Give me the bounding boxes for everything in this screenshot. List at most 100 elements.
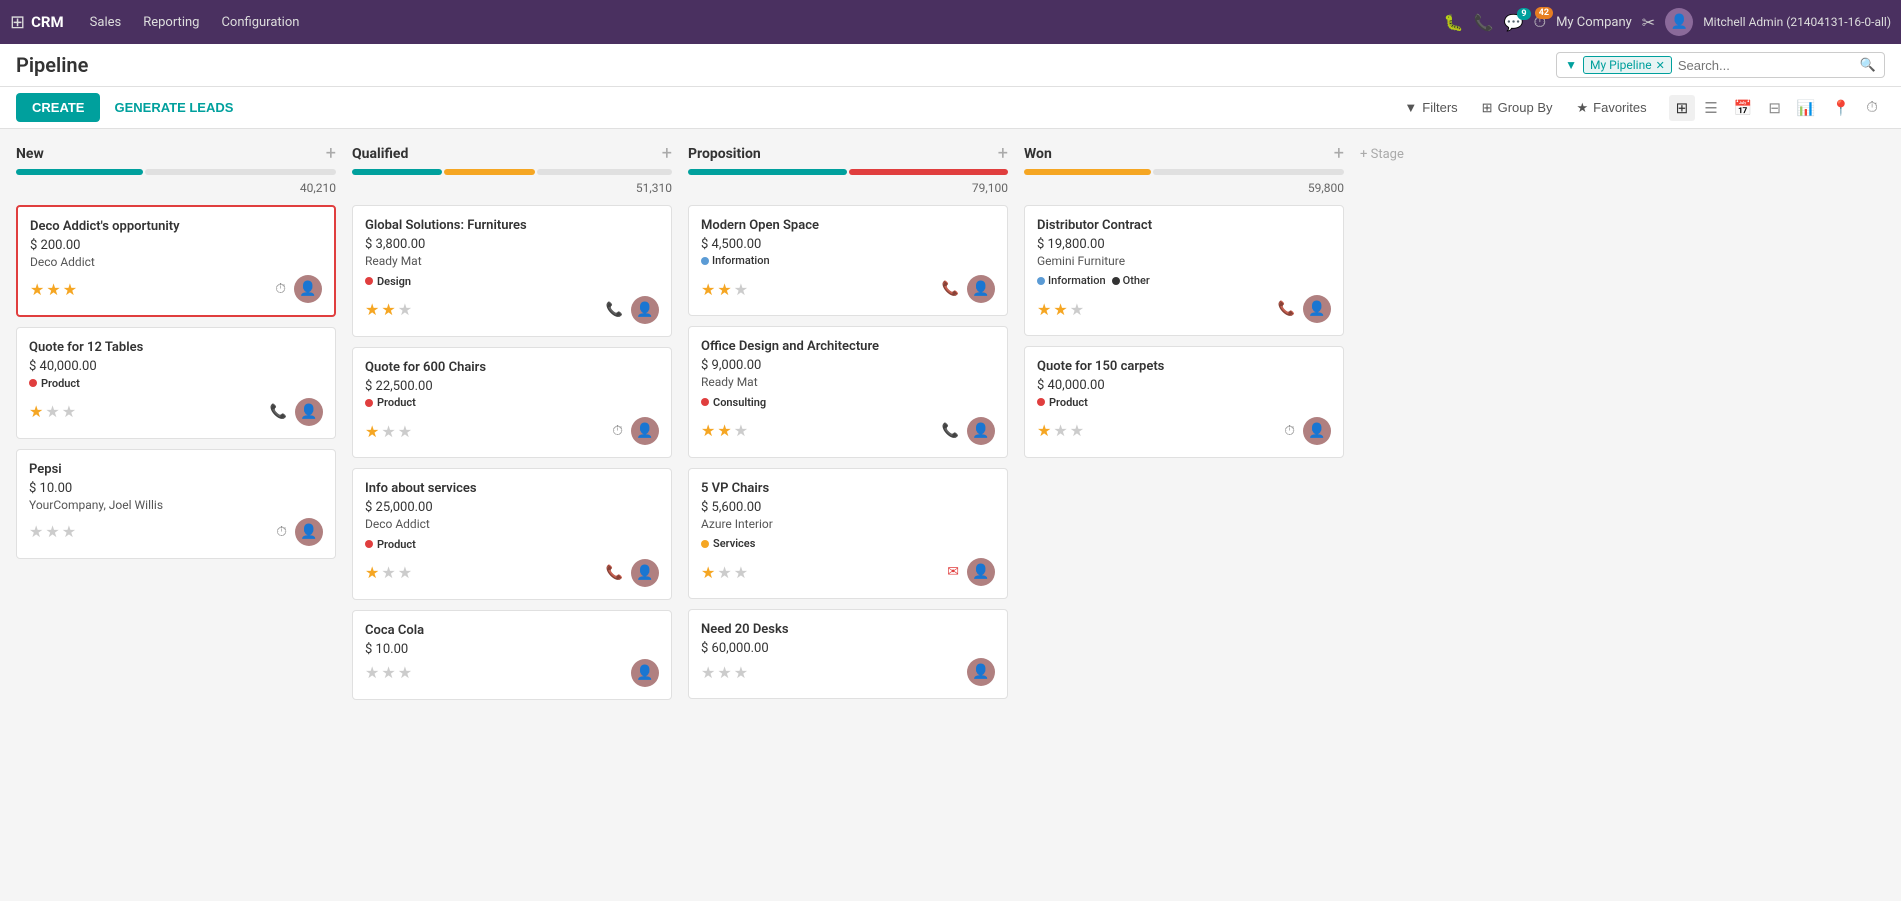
- info-tag[interactable]: Information: [701, 254, 770, 267]
- card-info-about-services[interactable]: Info about services$ 25,000.00Deco Addic…: [352, 468, 672, 600]
- phone-orange-icon[interactable]: 📞: [606, 565, 623, 581]
- scissors-icon[interactable]: ✂: [1642, 13, 1655, 32]
- star-filled[interactable]: ★: [29, 402, 43, 421]
- card-tag[interactable]: Product: [365, 396, 416, 409]
- star-filled[interactable]: ★: [701, 563, 715, 582]
- star-empty[interactable]: ★: [381, 563, 395, 582]
- email-icon[interactable]: ✉: [947, 564, 959, 580]
- nav-sales[interactable]: Sales: [80, 11, 132, 34]
- kanban-view-button[interactable]: ⊞: [1669, 95, 1696, 121]
- card-global-solutions[interactable]: Global Solutions: Furnitures$ 3,800.00Re…: [352, 205, 672, 337]
- info-tag[interactable]: Other: [1112, 274, 1150, 287]
- username[interactable]: Mitchell Admin (21404131-16-0-all): [1703, 15, 1891, 29]
- card-distributor-contract[interactable]: Distributor Contract$ 19,800.00Gemini Fu…: [1024, 205, 1344, 336]
- card-avatar[interactable]: 👤: [1303, 417, 1331, 445]
- create-button[interactable]: CREATE: [16, 93, 100, 122]
- my-pipeline-filter[interactable]: My Pipeline ✕: [1583, 56, 1672, 74]
- stage-add-icon[interactable]: +: [662, 145, 672, 163]
- star-filled[interactable]: ★: [365, 422, 379, 441]
- card-avatar[interactable]: 👤: [631, 559, 659, 587]
- star-filled[interactable]: ★: [701, 280, 715, 299]
- calendar-view-button[interactable]: 📅: [1727, 95, 1760, 121]
- card-quote-600-chairs[interactable]: Quote for 600 Chairs$ 22,500.00Product★★…: [352, 347, 672, 459]
- generate-leads-button[interactable]: GENERATE LEADS: [104, 93, 243, 122]
- star-filled[interactable]: ★: [701, 421, 715, 440]
- filters-button[interactable]: ▼ Filters: [1394, 95, 1467, 120]
- chat-icon[interactable]: 💬 9: [1504, 13, 1524, 32]
- card-quote-12-tables[interactable]: Quote for 12 Tables$ 40,000.00Product★★★…: [16, 327, 336, 439]
- star-filled[interactable]: ★: [717, 421, 731, 440]
- star-empty[interactable]: ★: [701, 663, 715, 682]
- nav-configuration[interactable]: Configuration: [211, 11, 309, 34]
- star-filled[interactable]: ★: [30, 280, 44, 299]
- clock-icon[interactable]: ⏱: [1284, 423, 1295, 439]
- card-tag[interactable]: Services: [701, 537, 755, 550]
- card-avatar[interactable]: 👤: [631, 417, 659, 445]
- star-empty[interactable]: ★: [1070, 421, 1084, 440]
- info-tag[interactable]: Information: [1037, 274, 1106, 287]
- apps-grid-icon[interactable]: ⊞: [10, 12, 25, 33]
- card-tag[interactable]: Product: [29, 377, 80, 390]
- card-avatar[interactable]: 👤: [967, 275, 995, 303]
- card-pepsi[interactable]: Pepsi$ 10.00YourCompany, Joel Willis★★★⏱…: [16, 449, 336, 559]
- star-empty[interactable]: ★: [62, 522, 76, 541]
- search-icon[interactable]: 🔍: [1860, 58, 1876, 73]
- clock-top-icon[interactable]: ⏱ 42: [1534, 12, 1546, 32]
- star-empty[interactable]: ★: [381, 422, 395, 441]
- nav-reporting[interactable]: Reporting: [133, 11, 209, 34]
- star-empty[interactable]: ★: [734, 280, 748, 299]
- star-filled[interactable]: ★: [46, 280, 60, 299]
- card-office-design-arch[interactable]: Office Design and Architecture$ 9,000.00…: [688, 326, 1008, 458]
- star-empty[interactable]: ★: [717, 663, 731, 682]
- group-by-button[interactable]: ⊞ Group By: [1472, 95, 1563, 121]
- graph-view-button[interactable]: 📊: [1790, 95, 1823, 121]
- card-avatar[interactable]: 👤: [1303, 295, 1331, 323]
- bug-icon[interactable]: 🐛: [1444, 13, 1464, 32]
- card-avatar[interactable]: 👤: [294, 275, 322, 303]
- star-filled[interactable]: ★: [1037, 421, 1051, 440]
- star-empty[interactable]: ★: [381, 663, 395, 682]
- card-coca-cola[interactable]: Coca Cola$ 10.00★★★👤: [352, 610, 672, 700]
- company-name[interactable]: My Company: [1556, 15, 1632, 30]
- star-empty[interactable]: ★: [398, 300, 412, 319]
- card-deco-addict-opp[interactable]: Deco Addict's opportunity$ 200.00Deco Ad…: [16, 205, 336, 317]
- card-avatar[interactable]: 👤: [967, 417, 995, 445]
- card-avatar[interactable]: 👤: [967, 658, 995, 686]
- phone-icon[interactable]: 📞: [606, 302, 623, 318]
- star-empty[interactable]: ★: [45, 402, 59, 421]
- star-empty[interactable]: ★: [62, 402, 76, 421]
- stage-add-icon[interactable]: +: [326, 145, 336, 163]
- star-empty[interactable]: ★: [717, 563, 731, 582]
- star-filled[interactable]: ★: [1037, 300, 1051, 319]
- pivot-view-button[interactable]: ⊟: [1761, 95, 1788, 121]
- add-stage-button[interactable]: + Stage: [1360, 145, 1480, 884]
- card-avatar[interactable]: 👤: [631, 296, 659, 324]
- star-empty[interactable]: ★: [1070, 300, 1084, 319]
- star-filled[interactable]: ★: [381, 300, 395, 319]
- star-filled[interactable]: ★: [1053, 300, 1067, 319]
- card-quote-150-carpets[interactable]: Quote for 150 carpets$ 40,000.00Product★…: [1024, 346, 1344, 458]
- star-filled[interactable]: ★: [365, 563, 379, 582]
- card-tag[interactable]: Product: [365, 538, 416, 551]
- map-view-button[interactable]: 📍: [1825, 95, 1858, 121]
- star-empty[interactable]: ★: [398, 563, 412, 582]
- favorites-button[interactable]: ★ Favorites: [1567, 95, 1657, 121]
- phone-top-icon[interactable]: 📞: [1474, 13, 1494, 32]
- card-need-20-desks[interactable]: Need 20 Desks$ 60,000.00★★★👤: [688, 609, 1008, 699]
- phone-icon[interactable]: 📞: [270, 404, 287, 420]
- star-empty[interactable]: ★: [734, 563, 748, 582]
- star-filled[interactable]: ★: [717, 280, 731, 299]
- star-empty[interactable]: ★: [398, 422, 412, 441]
- clock-icon[interactable]: ⏱: [276, 524, 287, 540]
- card-tag[interactable]: Design: [365, 275, 411, 288]
- user-avatar[interactable]: 👤: [1665, 8, 1693, 36]
- app-name[interactable]: CRM: [31, 13, 64, 31]
- card-avatar[interactable]: 👤: [295, 518, 323, 546]
- stage-add-icon[interactable]: +: [998, 145, 1008, 163]
- filter-close-icon[interactable]: ✕: [1656, 59, 1665, 72]
- card-tag[interactable]: Consulting: [701, 396, 766, 409]
- card-5-vp-chairs[interactable]: 5 VP Chairs$ 5,600.00Azure InteriorServi…: [688, 468, 1008, 600]
- phone-icon[interactable]: 📞: [942, 423, 959, 439]
- search-input[interactable]: [1678, 58, 1854, 73]
- star-empty[interactable]: ★: [45, 522, 59, 541]
